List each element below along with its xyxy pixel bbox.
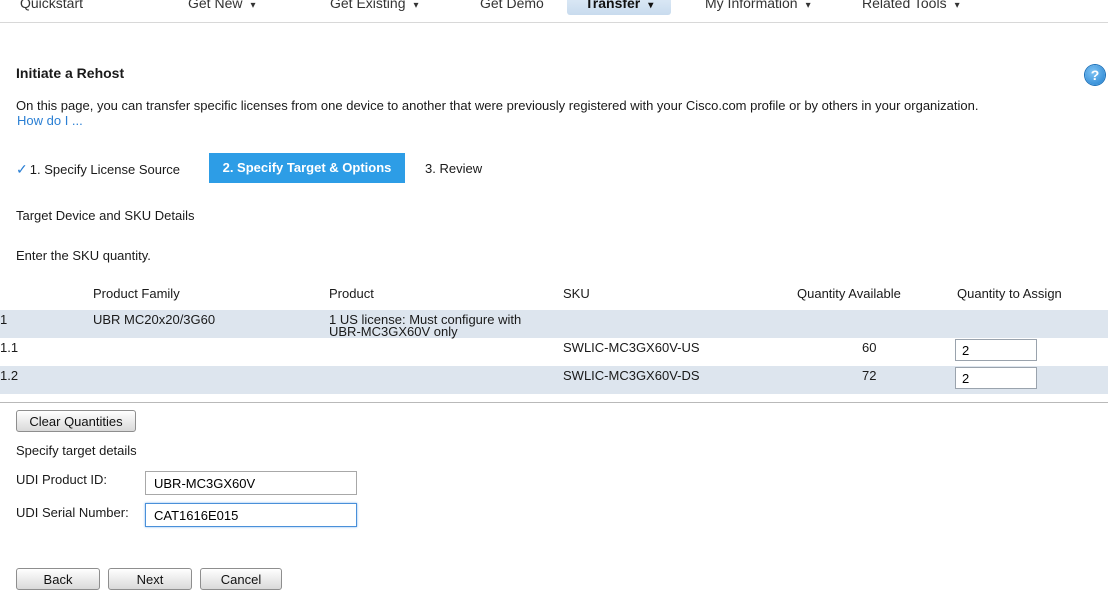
quantity-to-assign-input[interactable]	[955, 339, 1037, 361]
nav-item-quickstart[interactable]: Quickstart	[20, 0, 83, 15]
udi-product-id-input[interactable]	[145, 471, 357, 495]
help-icon[interactable]: ?	[1085, 65, 1105, 85]
nav-item-get-demo[interactable]: Get Demo	[480, 0, 544, 15]
chevron-down-icon: ▾	[805, 0, 811, 11]
back-button[interactable]: Back	[16, 568, 100, 590]
table-row: 1.1 SWLIC-MC3GX60V-US 60	[0, 338, 1108, 366]
nav-item-label: Get Demo	[480, 0, 544, 11]
product-cell-line2: UBR-MC3GX60V only	[329, 324, 458, 339]
product-family-cell: UBR MC20x20/3G60	[93, 312, 216, 327]
page-title: Initiate a Rehost	[16, 65, 125, 81]
row-id: 1.2	[0, 368, 19, 383]
nav-item-get-new[interactable]: Get New ▾	[188, 0, 256, 15]
udi-serial-number-input[interactable]	[145, 503, 357, 527]
nav-item-transfer[interactable]: Transfer ▾	[567, 0, 672, 15]
column-header-sku: SKU	[563, 286, 590, 301]
clear-quantities-button[interactable]: Clear Quantities	[16, 410, 136, 432]
nav-item-label: Quickstart	[20, 0, 84, 11]
quantity-available-cell: 60	[862, 340, 877, 355]
column-header-product: Product	[329, 286, 374, 301]
nav-item-my-information[interactable]: My Information ▾	[705, 0, 811, 15]
row-id: 1	[0, 312, 8, 327]
section-heading-target-device: Target Device and SKU Details	[16, 208, 195, 223]
quantity-available-cell: 72	[862, 368, 877, 383]
divider	[0, 402, 1108, 403]
column-header-quantity-available: Quantity Available	[797, 286, 901, 301]
sku-instruction: Enter the SKU quantity.	[16, 248, 151, 263]
page-description: On this page, you can transfer specific …	[16, 98, 979, 113]
step-specify-target-options[interactable]: 2. Specify Target & Options	[209, 153, 405, 183]
nav-item-label: My Information	[705, 0, 798, 11]
checkmark-icon: ✓	[16, 161, 28, 177]
nav-item-get-existing[interactable]: Get Existing ▾	[330, 0, 419, 15]
sku-cell: SWLIC-MC3GX60V-US	[563, 340, 700, 355]
sku-cell: SWLIC-MC3GX60V-DS	[563, 368, 700, 383]
chevron-down-icon: ▾	[954, 0, 960, 11]
chevron-down-icon: ▾	[648, 0, 654, 11]
step-label: 1. Specify License Source	[29, 162, 181, 177]
column-header-product-family: Product Family	[93, 286, 180, 301]
column-header-quantity-to-assign: Quantity to Assign	[957, 286, 1062, 301]
chevron-down-icon: ▾	[250, 0, 256, 11]
udi-serial-number-label: UDI Serial Number:	[16, 505, 129, 520]
nav-item-label: Get New	[188, 0, 243, 11]
target-details-heading: Specify target details	[16, 443, 137, 458]
how-do-i-link[interactable]: How do I ...	[17, 113, 83, 128]
top-nav: Quickstart Get New ▾ Get Existing ▾ Get De…	[0, 0, 1108, 23]
step-review[interactable]: 3. Review	[425, 161, 482, 176]
row-id: 1.1	[0, 340, 19, 355]
quantity-to-assign-input[interactable]	[955, 367, 1037, 389]
table-row: 1.2 SWLIC-MC3GX60V-DS 72	[0, 366, 1108, 394]
nav-item-label: Get Existing	[330, 0, 406, 11]
cancel-button[interactable]: Cancel	[200, 568, 282, 590]
nav-item-related-tools[interactable]: Related Tools ▾	[862, 0, 960, 15]
udi-product-id-label: UDI Product ID:	[16, 472, 108, 487]
nav-item-label: Related Tools	[862, 0, 947, 11]
nav-item-label: Transfer	[585, 0, 641, 11]
step-specify-license-source[interactable]: ✓ 1. Specify License Source	[16, 161, 180, 178]
table-row: 1 UBR MC20x20/3G60 1 US license: Must co…	[0, 310, 1108, 338]
next-button[interactable]: Next	[108, 568, 192, 590]
chevron-down-icon: ▾	[413, 0, 419, 11]
